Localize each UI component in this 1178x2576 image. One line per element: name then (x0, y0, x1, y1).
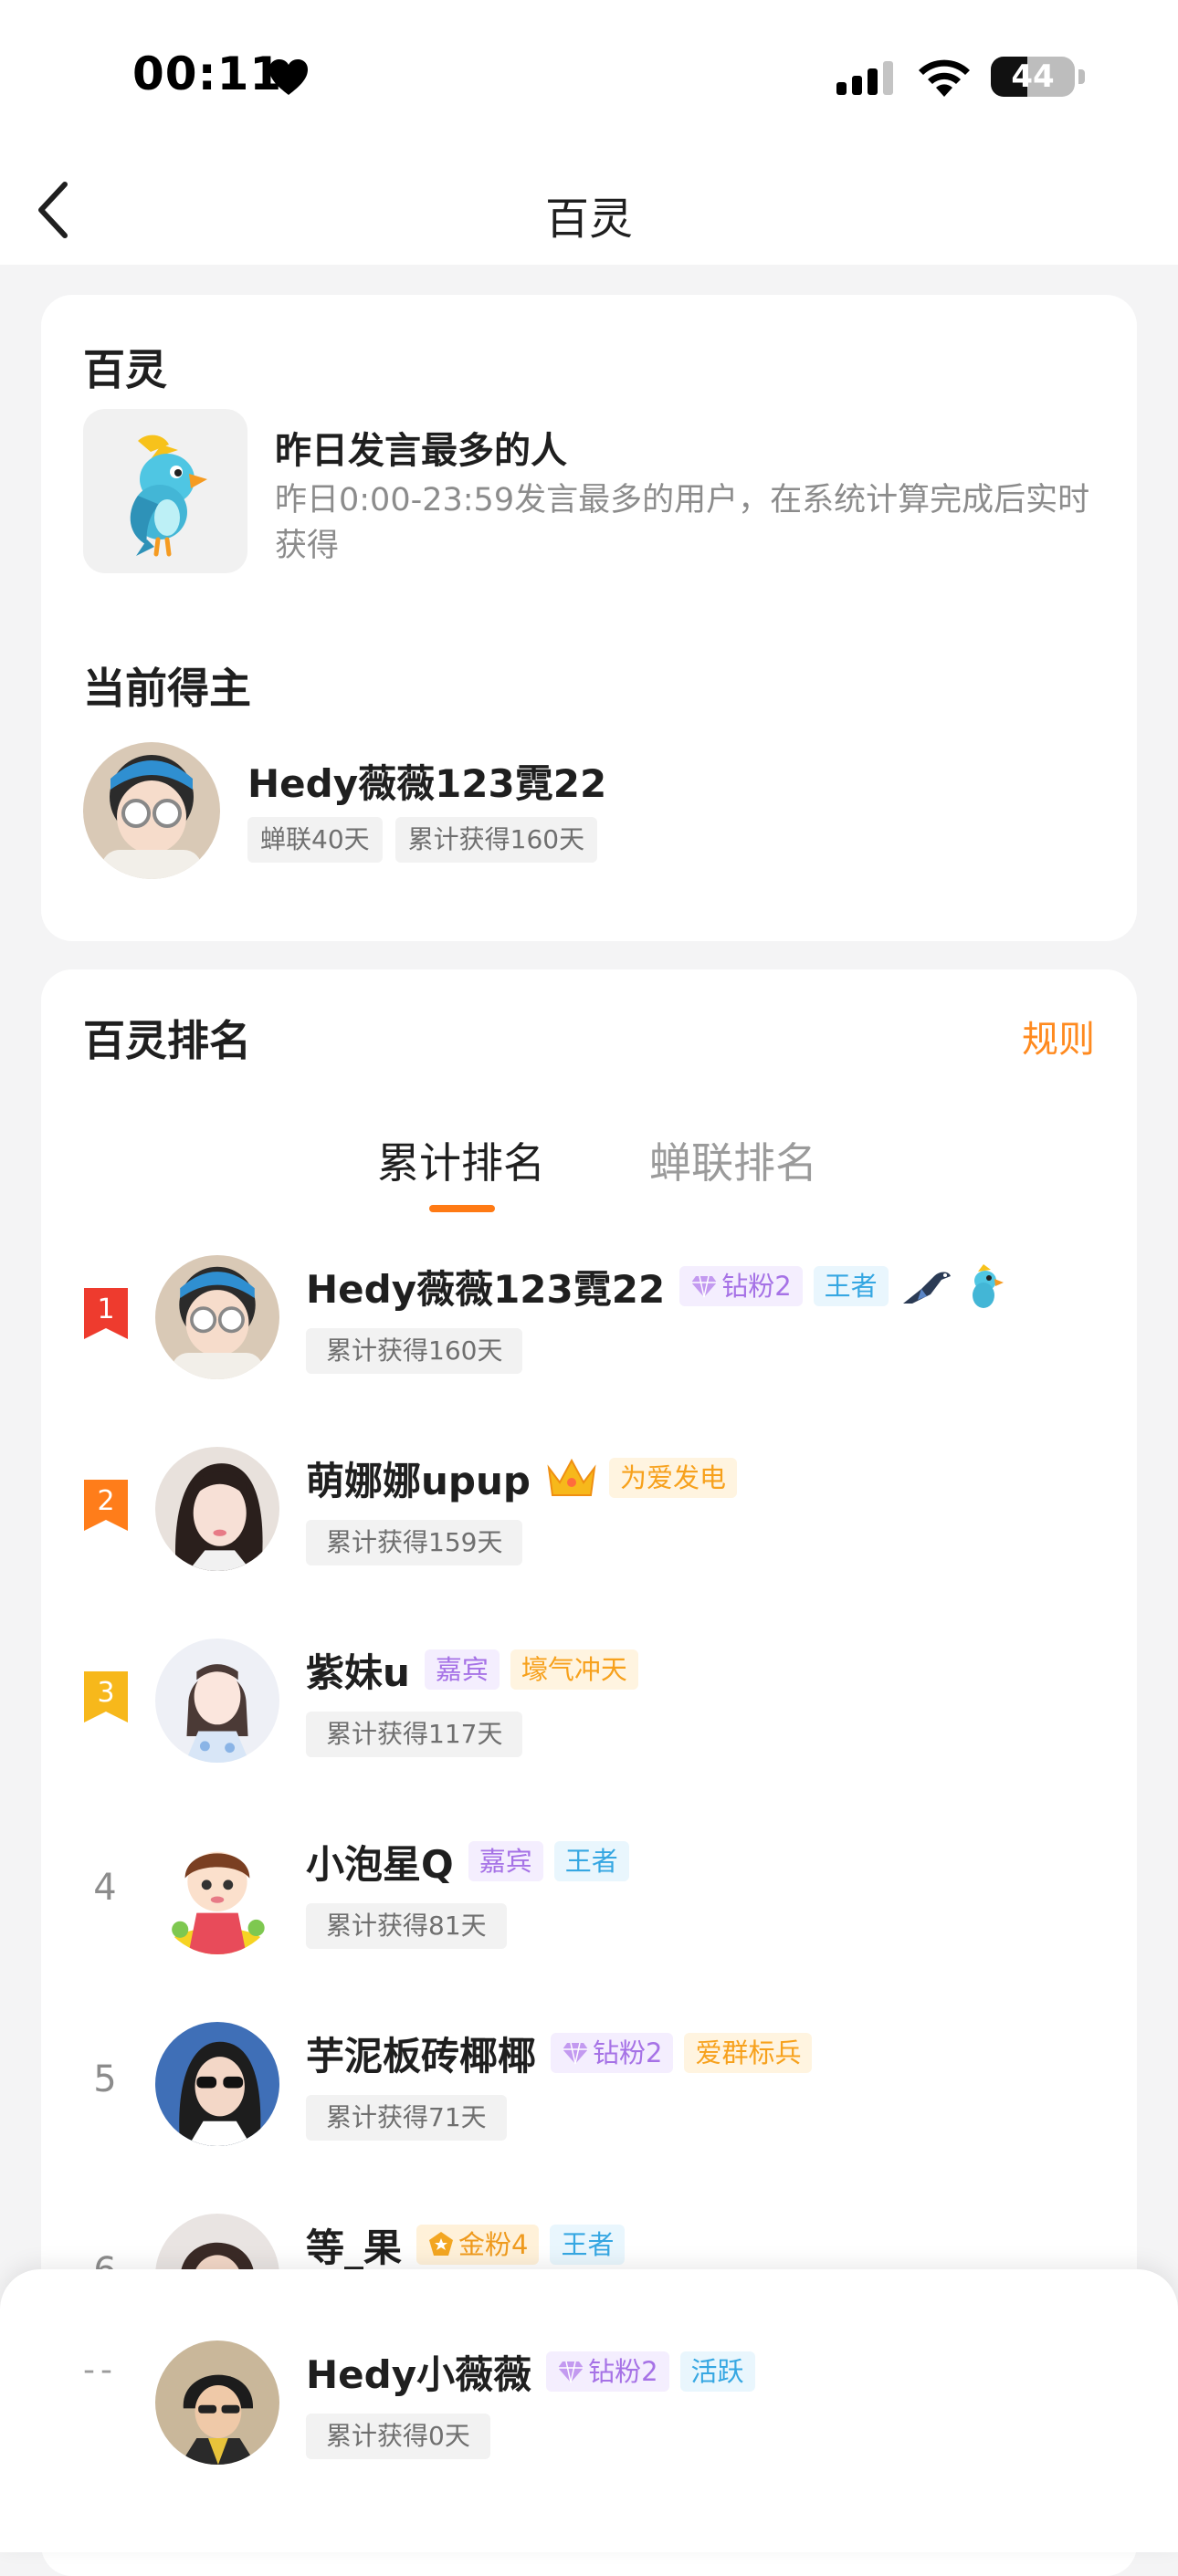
fan-level-tag: 钻粉2 (679, 1266, 803, 1306)
streak-tag: 蝉联40天 (247, 817, 383, 863)
avatar-image (155, 1447, 279, 1571)
parrot-icon (972, 1264, 1004, 1308)
cellular-signal-icon (836, 61, 893, 95)
total-days-tag: 累计获得117天 (306, 1712, 523, 1757)
rank-number: 4 (93, 1867, 117, 1909)
name-line: 小泡星Q 嘉宾 王者 (306, 1834, 629, 1889)
rank-number: 5 (93, 2058, 117, 2100)
level-tag: 王者 (813, 1266, 889, 1306)
title-tag: 爱群标兵 (684, 2033, 813, 2073)
total-days-tag: 累计获得71天 (306, 2095, 507, 2141)
name-line: 萌娜娜upup 为爱发电 (306, 1450, 737, 1505)
wifi-icon (919, 59, 970, 97)
name-line: 等_果 金粉4 王者 (306, 2217, 626, 2272)
avatar[interactable] (155, 2340, 279, 2465)
guest-tag: 嘉宾 (468, 1841, 543, 1881)
activity-tag: 活跃 (679, 2351, 755, 2392)
rank-3-flag-icon: 3 (84, 1671, 128, 1723)
avatar[interactable] (155, 2022, 279, 2146)
avatar-image (155, 2022, 279, 2146)
username: 紫妹u (306, 1649, 410, 1695)
magpie-icon (902, 1272, 951, 1304)
rank-2-flag-icon: 2 (84, 1480, 128, 1531)
username: 小泡星Q (306, 1841, 454, 1887)
ranking-row[interactable]: 2 萌娜娜upup 为爱发电 累计获得159天 (41, 1447, 1137, 1602)
ranking-row[interactable]: 3 紫妹u 嘉宾 壕气冲天 累计获得117天 (41, 1639, 1137, 1794)
tag-label: 钻粉2 (721, 1271, 792, 1302)
diamond-icon (558, 2361, 584, 2383)
username: Hedy小薇薇 (306, 2351, 532, 2397)
username: 萌娜娜upup (306, 1458, 531, 1503)
tag-label: 金粉4 (458, 2229, 529, 2260)
title-tag: 壕气冲天 (510, 1649, 638, 1690)
my-rank-panel: -- Hedy小薇薇 钻粉2 活跃 累计获得0天 (0, 2269, 1178, 2552)
avatar-image (155, 1639, 279, 1763)
rank-number: 2 (97, 1485, 114, 1517)
badge-image (83, 409, 247, 573)
tag-label: 钻粉2 (588, 2356, 658, 2387)
name-line: 紫妹u 嘉宾 壕气冲天 (306, 1642, 638, 1697)
level-tag: 王者 (550, 2225, 626, 2265)
avatar-image (155, 2340, 279, 2465)
fan-level-tag: 钻粉2 (551, 2033, 674, 2073)
tab-cumulative-ranking[interactable]: 累计排名 (377, 1130, 545, 1190)
total-days-tag: 累计获得81天 (306, 1903, 507, 1949)
name-line: 芋泥板砖椰椰 钻粉2 爱群标兵 (306, 2026, 813, 2080)
ranking-row[interactable]: 1 Hedy薇薇123霓22 钻粉2 王者 累计获得160天 (41, 1255, 1137, 1410)
total-days-tag: 累计获得160天 (394, 817, 598, 863)
rules-link[interactable]: 规则 (1022, 1010, 1095, 1063)
avatar[interactable] (155, 1830, 279, 1954)
tag-label: 钻粉2 (593, 2037, 663, 2068)
badge-name: 昨日发言最多的人 (275, 430, 567, 472)
diamond-icon (563, 2042, 589, 2065)
battery-cap (1078, 69, 1085, 84)
username: 等_果 (306, 2225, 403, 2270)
heart-icon (269, 59, 308, 95)
total-days-tag: 累计获得160天 (306, 1328, 523, 1374)
avatar[interactable] (83, 742, 220, 879)
gold-star-icon (429, 2232, 454, 2256)
guest-tag: 嘉宾 (424, 1649, 500, 1690)
nav-bar: 百灵 (0, 155, 1178, 265)
winner-tags: 蝉联40天 累计获得160天 (247, 817, 598, 863)
name-line: Hedy小薇薇 钻粉2 活跃 (306, 2344, 755, 2399)
username: Hedy薇薇123霓22 (306, 1266, 666, 1312)
ranking-title: 百灵排名 (83, 1016, 251, 1065)
avatar[interactable] (155, 1639, 279, 1763)
badge-card-title: 百灵 (83, 345, 167, 394)
avatar[interactable] (155, 1447, 279, 1571)
crown-icon (547, 1458, 596, 1496)
badge-card: 百灵 昨日发言最多的人 昨日0:00-23:59发言最多的用户，在系统计算完成后… (41, 295, 1137, 941)
page-title: 百灵 (544, 194, 633, 245)
ranking-row[interactable]: 4 小泡星Q 嘉宾 王者 累计获得81天 (41, 1830, 1137, 1985)
avatar-image (155, 1830, 279, 1954)
battery-icon: 44 (991, 57, 1075, 97)
winner-name: Hedy薇薇123霓22 (247, 761, 607, 806)
avatar-image (155, 1255, 279, 1379)
title-tag: 为爱发电 (608, 1458, 737, 1498)
level-tag: 王者 (553, 1841, 629, 1881)
my-rank-number: -- (83, 2351, 118, 2389)
total-days-tag: 累计获得0天 (306, 2414, 490, 2459)
ranking-row[interactable]: 5 芋泥板砖椰椰 钻粉2 爱群标兵 累计获得71天 (41, 2022, 1137, 2177)
status-time: 00:11 (132, 47, 283, 100)
rank-number: 3 (97, 1677, 114, 1709)
rank-number: 1 (97, 1293, 114, 1325)
fan-level-tag: 钻粉2 (546, 2351, 669, 2392)
name-line: Hedy薇薇123霓22 钻粉2 王者 (306, 1259, 1005, 1314)
avatar[interactable] (155, 1255, 279, 1379)
active-tab-indicator (429, 1205, 495, 1212)
total-days-tag: 累计获得159天 (306, 1520, 523, 1565)
current-winner-title: 当前得主 (83, 664, 251, 713)
avatar-image (83, 742, 220, 879)
battery-level: 44 (1011, 58, 1055, 95)
diamond-icon (691, 1275, 718, 1298)
status-bar: 00:11 44 (0, 0, 1178, 155)
username: 芋泥板砖椰椰 (306, 2033, 537, 2079)
fan-level-tag: 金粉4 (416, 2225, 540, 2265)
rank-1-flag-icon: 1 (84, 1288, 128, 1339)
tab-streak-ranking[interactable]: 蝉联排名 (649, 1130, 817, 1190)
badge-description: 昨日0:00-23:59发言最多的用户，在系统计算完成后实时获得 (275, 482, 1090, 564)
parrot-badge-icon (130, 435, 207, 557)
